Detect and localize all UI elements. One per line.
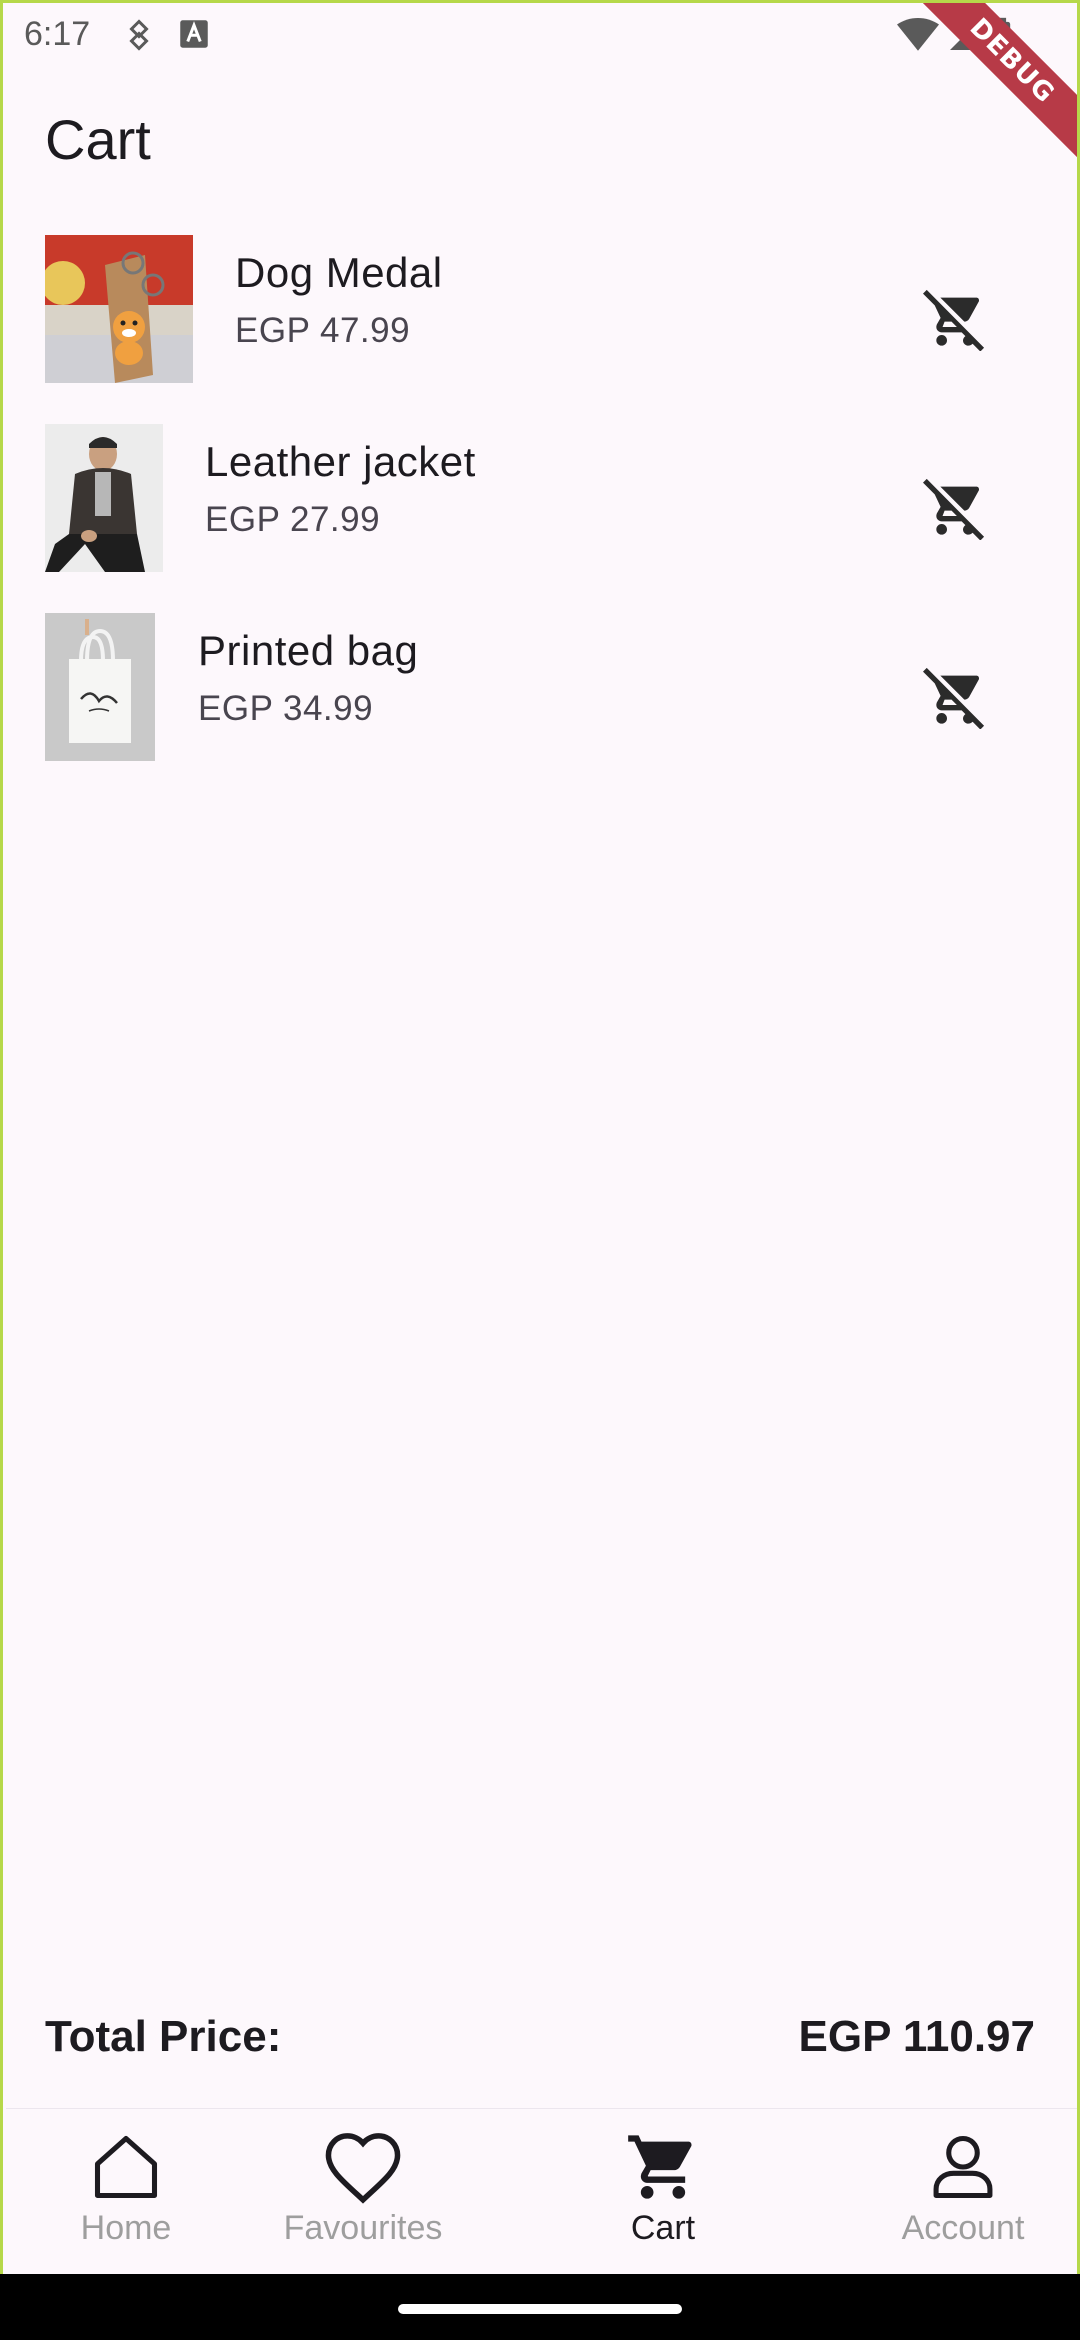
remove-shopping-cart-icon bbox=[923, 289, 985, 351]
item-name: Dog Medal bbox=[235, 249, 443, 296]
item-text: Dog Medal EGP 47.99 bbox=[235, 249, 443, 351]
location-icon bbox=[129, 19, 149, 51]
remove-shopping-cart-icon bbox=[923, 478, 985, 540]
cart-item[interactable]: Dog Medal EGP 47.99 bbox=[3, 231, 1077, 420]
total-price-label: Total Price: bbox=[45, 2012, 282, 2061]
item-price: EGP 34.99 bbox=[198, 689, 374, 728]
page-title: Cart bbox=[45, 108, 151, 171]
person-icon bbox=[933, 2135, 993, 2199]
product-image-dog-medal bbox=[45, 235, 193, 383]
remove-from-cart-button[interactable] bbox=[915, 657, 995, 737]
nav-item-account[interactable]: Account bbox=[863, 2129, 1063, 2269]
font-icon bbox=[180, 20, 208, 48]
system-navigation-bar bbox=[0, 2274, 1080, 2340]
nav-item-home[interactable]: Home bbox=[26, 2129, 226, 2269]
item-price: EGP 47.99 bbox=[235, 311, 411, 350]
home-icon bbox=[94, 2135, 158, 2199]
nav-item-favourites[interactable]: Favourites bbox=[263, 2129, 463, 2269]
cart-list: Dog Medal EGP 47.99 Leather jacket EGP 2… bbox=[3, 231, 1077, 798]
item-name: Leather jacket bbox=[205, 438, 476, 485]
nav-label: Favourites bbox=[283, 2209, 443, 2247]
cart-icon bbox=[628, 2135, 692, 2199]
cart-item[interactable]: Leather jacket EGP 27.99 bbox=[3, 420, 1077, 609]
remove-from-cart-button[interactable] bbox=[915, 468, 995, 548]
app-frame: 6:17 DEBUG Cart Dog Medal EGP 47.99 Leat… bbox=[0, 0, 1080, 2274]
bottom-navigation: Home Favourites Cart Account bbox=[6, 2108, 1077, 2274]
remove-shopping-cart-icon bbox=[923, 667, 985, 729]
item-name: Printed bag bbox=[198, 627, 419, 674]
item-text: Leather jacket EGP 27.99 bbox=[205, 438, 476, 540]
status-time: 6:17 bbox=[24, 15, 91, 53]
nav-label: Home bbox=[80, 2209, 172, 2247]
remove-from-cart-button[interactable] bbox=[915, 279, 995, 359]
home-gesture-handle[interactable] bbox=[398, 2304, 682, 2314]
product-image-printed-bag bbox=[45, 613, 155, 761]
wifi-icon bbox=[897, 17, 939, 51]
total-price-row: Total Price: EGP 110.97 bbox=[45, 2007, 1035, 2067]
nav-label: Cart bbox=[630, 2209, 696, 2247]
nav-label: Account bbox=[901, 2209, 1025, 2247]
cart-item[interactable]: Printed bag EGP 34.99 bbox=[3, 609, 1077, 798]
total-price-value: EGP 110.97 bbox=[798, 2012, 1036, 2061]
heart-icon bbox=[325, 2133, 401, 2204]
item-text: Printed bag EGP 34.99 bbox=[198, 627, 418, 729]
status-bar: 6:17 bbox=[3, 3, 1077, 67]
nav-item-cart[interactable]: Cart bbox=[563, 2129, 763, 2269]
item-price: EGP 27.99 bbox=[205, 500, 381, 539]
product-image-leather-jacket bbox=[45, 424, 163, 572]
